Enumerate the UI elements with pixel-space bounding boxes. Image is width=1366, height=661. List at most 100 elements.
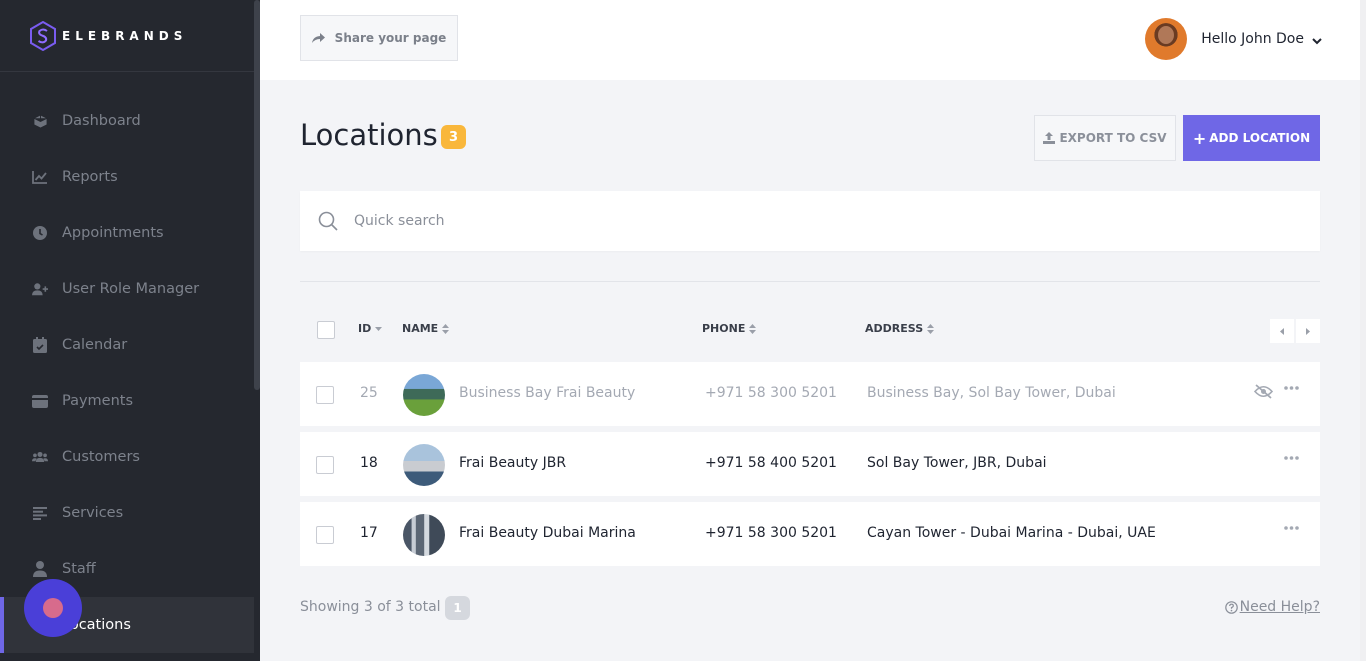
add-location-label: ADD LOCATION [1209,131,1311,145]
row-checkbox[interactable] [316,386,334,404]
sidebar-item-user-role-manager[interactable]: User Role Manager [0,261,260,317]
sidebar: ELEBRANDS Dashboard Reports Appointments… [0,0,260,661]
more-options-icon[interactable] [1284,526,1299,530]
brand-name: ELEBRANDS [62,28,188,43]
avatar [1145,18,1188,60]
sidebar-item-label: Dashboard [62,113,141,129]
upload-icon [1043,132,1056,144]
column-header-label: ID [358,322,372,335]
sidebar-item-label: Staff [62,561,96,577]
more-options-icon[interactable] [1284,456,1299,460]
column-header-label: NAME [402,322,439,335]
row-id: 25 [360,385,378,401]
row-checkbox[interactable] [316,526,334,544]
sort-icon [442,323,450,334]
location-thumbnail [403,374,445,416]
table-footer: Showing 3 of 3 total 1 Need Help? [300,596,1320,620]
caret-left-icon[interactable] [1270,319,1294,343]
user-greeting: Hello John Doe [1201,31,1304,47]
row-address: Cayan Tower - Dubai Marina - Dubai, UAE [867,525,1156,541]
row-name: Frai Beauty JBR [459,455,567,471]
row-checkbox[interactable] [316,456,334,474]
need-help-link[interactable]: Need Help? [1224,599,1320,615]
export-csv-button[interactable]: EXPORT TO CSV [1034,115,1176,161]
showing-count: Showing 3 of 3 total [300,599,441,615]
table-header: ID NAME PHONE ADDRESS [300,315,1320,345]
row-name: Frai Beauty Dubai Marina [459,525,636,541]
column-header-phone[interactable]: PHONE [702,322,757,335]
column-header-label: ADDRESS [865,322,924,335]
need-help-label: Need Help? [1239,599,1320,615]
sidebar-nav: Dashboard Reports Appointments User Role… [0,72,260,653]
eye-slash-icon[interactable] [1254,384,1273,399]
wallet-icon [32,393,48,409]
sidebar-item-label: Reports [62,169,118,185]
sidebar-item-dashboard[interactable]: Dashboard [0,93,260,149]
user-menu[interactable]: Hello John Doe [1145,18,1322,60]
divider [300,281,1320,282]
share-page-label: Share your page [334,31,447,45]
sidebar-item-appointments[interactable]: Appointments [0,205,260,261]
chevron-down-icon [1312,30,1322,49]
add-location-button[interactable]: + ADD LOCATION [1183,115,1320,161]
page-number-button[interactable]: 1 [445,596,470,620]
caret-right-icon[interactable] [1296,319,1320,343]
column-header-name[interactable]: NAME [402,322,450,335]
sort-desc-icon [375,326,383,331]
share-arrow-icon [311,32,325,44]
list-icon [32,505,48,521]
location-thumbnail [403,514,445,556]
question-circle-icon [1224,600,1238,614]
sidebar-item-calendar[interactable]: Calendar [0,317,260,373]
count-badge: 3 [441,125,466,149]
row-id: 18 [360,455,378,471]
clock-icon [32,225,48,241]
sidebar-item-label: Customers [62,449,140,465]
sidebar-item-label: Payments [62,393,134,409]
main-content: Locations 3 EXPORT TO CSV + ADD LOCATION… [300,80,1320,620]
sidebar-item-label: Appointments [62,225,164,241]
page-scrollbar[interactable] [1360,0,1366,661]
sort-icon [927,323,935,334]
page-title: Locations [300,118,438,152]
row-phone: +971 58 400 5201 [705,455,837,471]
share-page-button[interactable]: Share your page [300,15,458,61]
sidebar-item-services[interactable]: Services [0,485,260,541]
brand-logo-icon [30,20,56,51]
search-icon [318,211,338,231]
table-row[interactable]: 17 Frai Beauty Dubai Marina +971 58 300 … [300,502,1320,566]
chart-line-icon [32,169,48,185]
sidebar-item-payments[interactable]: Payments [0,373,260,429]
sidebar-item-label: User Role Manager [62,281,200,297]
sidebar-item-customers[interactable]: Customers [0,429,260,485]
sidebar-item-label: Calendar [62,337,128,353]
column-header-label: PHONE [702,322,746,335]
row-id: 17 [360,525,378,541]
chat-dot-icon [43,598,63,618]
plus-icon: + [1192,128,1207,148]
row-name: Business Bay Frai Beauty [459,385,636,401]
chat-launcher-button[interactable] [24,579,82,637]
select-all-checkbox[interactable] [317,321,335,339]
search-input[interactable] [354,213,1154,229]
user-plus-icon [32,281,48,297]
brand[interactable]: ELEBRANDS [0,0,260,72]
row-phone: +971 58 300 5201 [705,385,837,401]
table-pager [1268,319,1320,343]
column-header-id[interactable]: ID [358,322,383,335]
row-phone: +971 58 300 5201 [705,525,837,541]
users-icon [32,449,48,465]
table-row[interactable]: 18 Frai Beauty JBR +971 58 400 5201 Sol … [300,432,1320,496]
table-row[interactable]: 25 Business Bay Frai Beauty +971 58 300 … [300,362,1320,426]
calendar-icon [32,337,48,353]
cube-icon [32,113,48,129]
export-csv-label: EXPORT TO CSV [1059,131,1167,145]
sidebar-item-reports[interactable]: Reports [0,149,260,205]
search-bar [300,191,1320,251]
row-address: Sol Bay Tower, JBR, Dubai [867,455,1047,471]
more-options-icon[interactable] [1284,386,1299,390]
row-address: Business Bay, Sol Bay Tower, Dubai [867,385,1116,401]
location-thumbnail [403,444,445,486]
sidebar-item-label: Services [62,505,124,521]
column-header-address[interactable]: ADDRESS [865,322,935,335]
